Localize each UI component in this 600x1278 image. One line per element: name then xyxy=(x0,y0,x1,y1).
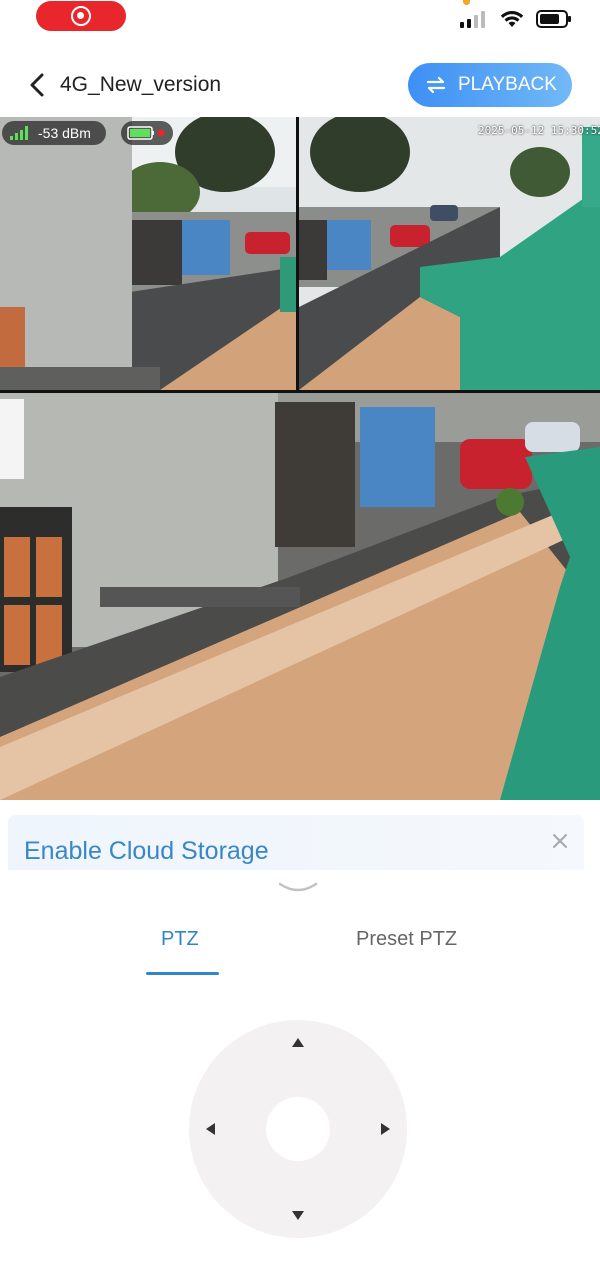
privacy-indicator-dot xyxy=(463,0,470,5)
ptz-joystick[interactable] xyxy=(189,1020,407,1238)
camera-view-top-right xyxy=(299,117,600,390)
device-title: 4G_New_version xyxy=(60,73,222,96)
control-panel: PTZ Preset PTZ xyxy=(0,870,600,1278)
camera-view-top-left xyxy=(0,117,297,390)
cloud-storage-banner[interactable]: Enable Cloud Storage xyxy=(8,815,584,871)
signal-strength-text: -53 dBm xyxy=(38,125,91,141)
arrow-down-icon[interactable] xyxy=(292,1211,304,1220)
joystick-center[interactable] xyxy=(266,1097,330,1161)
wifi-icon xyxy=(500,11,524,27)
playback-label: PLAYBACK xyxy=(458,74,557,95)
screen-record-indicator[interactable] xyxy=(36,1,126,31)
chevron-down-icon[interactable] xyxy=(278,880,318,894)
arrow-right-icon[interactable] xyxy=(381,1123,390,1135)
cloud-storage-title[interactable]: Enable Cloud Storage xyxy=(24,837,269,866)
camera-battery-badge xyxy=(121,121,173,145)
signal-strength-badge: -53 dBm xyxy=(2,121,106,145)
chevron-left-icon[interactable] xyxy=(26,72,50,98)
status-bar xyxy=(0,0,600,40)
tab-ptz[interactable]: PTZ xyxy=(161,928,199,951)
close-icon[interactable] xyxy=(548,829,572,853)
active-tab-indicator xyxy=(146,972,219,975)
swap-arrows-icon xyxy=(426,76,446,94)
arrow-left-icon[interactable] xyxy=(206,1123,215,1135)
video-timestamp: 2025-05-12 15:30:52 xyxy=(478,124,600,137)
camera-scene xyxy=(0,117,600,800)
top-navigation: 4G_New_version PLAYBACK xyxy=(0,60,600,110)
camera-view-bottom xyxy=(0,392,600,800)
cellular-signal-icon xyxy=(460,11,485,28)
live-video-feed[interactable]: -53 dBm 2025-05-12 15:30:52 xyxy=(0,117,600,800)
playback-button[interactable]: PLAYBACK xyxy=(408,63,572,107)
arrow-up-icon[interactable] xyxy=(292,1038,304,1047)
battery-icon xyxy=(536,10,571,28)
record-icon xyxy=(71,6,91,26)
signal-bars-icon xyxy=(10,126,28,140)
tab-preset-ptz[interactable]: Preset PTZ xyxy=(356,928,457,951)
battery-charging-icon xyxy=(127,126,165,140)
status-icons xyxy=(460,10,572,28)
